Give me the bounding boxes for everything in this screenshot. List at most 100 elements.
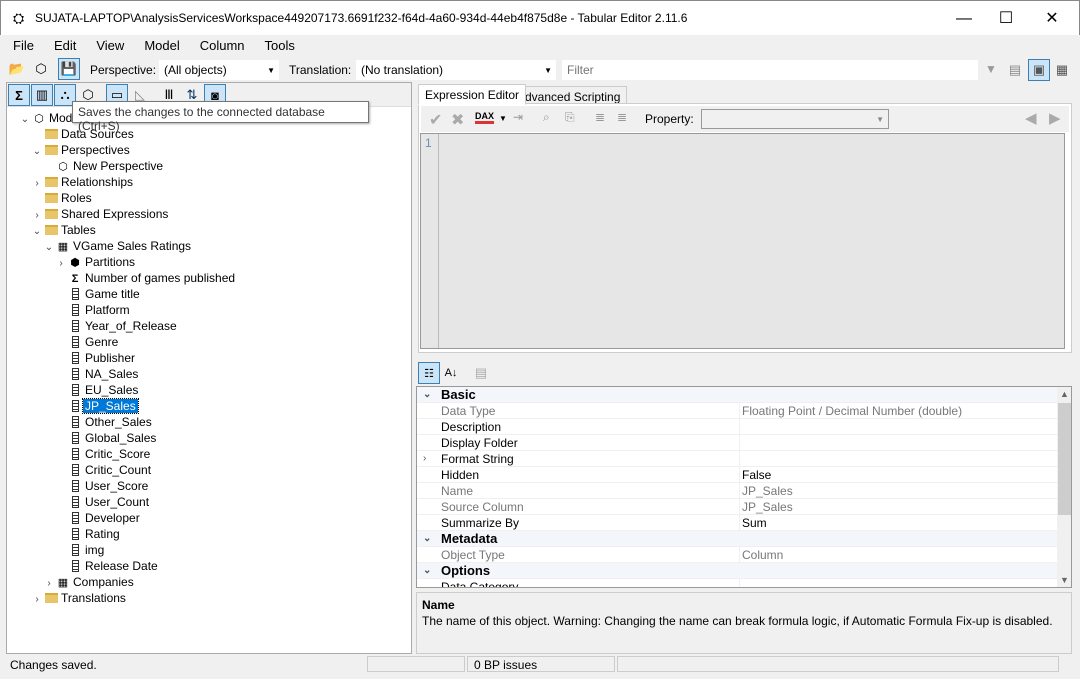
collapse-icon[interactable]: ⌄ — [31, 224, 43, 240]
tree-item[interactable]: Platform — [55, 302, 132, 318]
tree-item[interactable]: ⬡ New Perspective — [43, 158, 165, 174]
dax-formatter-icon[interactable]: DAX — [475, 111, 495, 124]
property-row[interactable]: Description — [417, 419, 1057, 435]
tree-item[interactable]: Σ Number of games published — [55, 270, 237, 286]
indent-icon[interactable]: ≣ — [595, 110, 605, 124]
tree-item[interactable]: › Translations — [31, 590, 128, 606]
collapse-icon[interactable]: ⌄ — [423, 563, 431, 579]
collapse-icon[interactable]: ⌄ — [19, 112, 31, 128]
property-row[interactable]: Data Category — [417, 579, 1057, 587]
tree-item[interactable]: ⌄ Tables — [31, 222, 98, 238]
property-row[interactable]: Display Folder — [417, 435, 1057, 451]
tree-item[interactable]: ⌄ ▦ VGame Sales Ratings — [43, 238, 193, 254]
collapse-icon[interactable]: ⌄ — [423, 387, 431, 403]
property-row[interactable]: Hidden False — [417, 467, 1057, 483]
cancel-icon[interactable]: ✖ — [451, 110, 464, 130]
tree-item[interactable]: ⌄ Perspectives — [31, 142, 132, 158]
property-value[interactable] — [739, 451, 742, 467]
property-row[interactable]: › Format String — [417, 451, 1057, 467]
tree-item[interactable]: › ⬢ Partitions — [55, 254, 137, 270]
open-icon[interactable]: 📂 — [6, 58, 28, 80]
find-icon[interactable]: ⌕ — [543, 110, 550, 125]
tree-item[interactable]: Year_of_Release — [55, 318, 179, 334]
collapse-icon[interactable]: ⌄ — [423, 531, 431, 547]
tree-item[interactable]: › Relationships — [31, 174, 135, 190]
menu-view[interactable]: View — [88, 35, 132, 53]
columns-toggle-icon[interactable]: ▥ — [31, 84, 53, 106]
tree-item[interactable]: Rating — [55, 526, 122, 542]
tree-item[interactable]: Publisher — [55, 350, 137, 366]
property-row[interactable]: Name JP_Sales — [417, 483, 1057, 499]
tree-item[interactable]: Developer — [55, 510, 142, 526]
filter-icon[interactable]: ▼ — [985, 62, 997, 76]
maximize-button[interactable]: ☐ — [983, 1, 1029, 36]
bp-issues-link[interactable]: 0 BP issues — [467, 656, 615, 672]
property-dropdown[interactable]: ▼ — [701, 109, 889, 129]
tree-item[interactable]: Global_Sales — [55, 430, 158, 446]
expand-icon[interactable]: › — [423, 451, 426, 467]
perspective-dropdown[interactable]: (All objects) ▼ — [159, 60, 279, 80]
scroll-down-icon[interactable]: ▼ — [1060, 575, 1069, 585]
scrollbar-thumb[interactable] — [1058, 403, 1071, 515]
comment-icon[interactable]: ≣ — [617, 110, 627, 124]
menu-model[interactable]: Model — [136, 35, 187, 53]
expression-editor[interactable]: 1 — [420, 133, 1065, 349]
chevron-down-icon[interactable]: ▼ — [499, 114, 507, 123]
property-category[interactable]: ⌄ Basic — [417, 387, 1057, 403]
menu-edit[interactable]: Edit — [46, 35, 84, 53]
save-icon[interactable]: 💾 — [58, 58, 80, 80]
menu-file[interactable]: File — [5, 35, 42, 53]
property-value[interactable] — [739, 419, 742, 435]
scroll-up-icon[interactable]: ▲ — [1060, 389, 1069, 399]
property-category[interactable]: ⌄ Options — [417, 563, 1057, 579]
property-scrollbar[interactable]: ▲ ▼ — [1057, 387, 1071, 587]
tree-item[interactable]: img — [55, 542, 106, 558]
tree-item[interactable]: Game title — [55, 286, 142, 302]
property-row[interactable]: Source Column JP_Sales — [417, 499, 1057, 515]
property-value[interactable]: Sum — [739, 515, 767, 531]
deploy-icon[interactable]: ⬡ — [30, 58, 52, 80]
property-row[interactable]: Object Type Column — [417, 547, 1057, 563]
replace-icon[interactable]: ⎘ — [565, 110, 575, 125]
tree-item[interactable]: EU_Sales — [55, 382, 140, 398]
accept-icon[interactable]: ✔ — [429, 110, 442, 130]
tree-item[interactable]: Critic_Count — [55, 462, 153, 478]
expand-icon[interactable]: › — [31, 592, 43, 608]
tree-item[interactable]: Critic_Score — [55, 446, 152, 462]
close-button[interactable]: ✕ — [1029, 1, 1075, 36]
property-row[interactable]: Data Type Floating Point / Decimal Number… — [417, 403, 1057, 419]
property-value[interactable]: Column — [739, 547, 783, 563]
tree-item[interactable]: Other_Sales — [55, 414, 154, 430]
view-icon[interactable]: ▤ — [1004, 59, 1026, 81]
tree-item[interactable]: Genre — [55, 334, 120, 350]
menu-column[interactable]: Column — [192, 35, 253, 53]
property-value[interactable]: False — [739, 467, 771, 483]
back-icon[interactable]: ◀ — [1025, 109, 1037, 127]
measures-toggle-icon[interactable]: Σ — [8, 84, 30, 106]
property-pages-icon[interactable]: ▤ — [470, 362, 492, 384]
collapse-icon[interactable]: ⌄ — [43, 240, 55, 256]
layout-icon[interactable]: ▣ — [1028, 59, 1050, 81]
menu-tools[interactable]: Tools — [257, 35, 303, 53]
tree-item[interactable]: User_Score — [55, 478, 150, 494]
property-row[interactable]: Summarize By Sum — [417, 515, 1057, 531]
tree-item[interactable]: Release Date — [55, 558, 160, 574]
property-value[interactable]: Floating Point / Decimal Number (double) — [739, 403, 962, 419]
property-value[interactable] — [739, 435, 742, 451]
tree-item[interactable]: User_Count — [55, 494, 151, 510]
tree-item[interactable]: JP_Sales — [55, 398, 139, 414]
property-value[interactable] — [739, 579, 742, 587]
forward-icon[interactable]: ▶ — [1049, 109, 1061, 127]
tree-item[interactable]: › ▦ Companies — [43, 574, 136, 590]
tree-item[interactable]: Roles — [31, 190, 94, 206]
alphabetical-sort-icon[interactable]: A↓ — [440, 362, 462, 384]
grid-icon[interactable]: ▦ — [1051, 59, 1073, 81]
property-value[interactable]: JP_Sales — [739, 499, 793, 515]
translation-dropdown[interactable]: (No translation) ▼ — [356, 60, 556, 80]
filter-input[interactable] — [562, 60, 978, 80]
tree-item[interactable]: › Shared Expressions — [31, 206, 170, 222]
property-value[interactable]: JP_Sales — [739, 483, 793, 499]
collapse-icon[interactable]: ⌄ — [31, 144, 43, 160]
minimize-button[interactable]: — — [941, 1, 987, 36]
categorized-icon[interactable]: ☷ — [418, 362, 440, 384]
